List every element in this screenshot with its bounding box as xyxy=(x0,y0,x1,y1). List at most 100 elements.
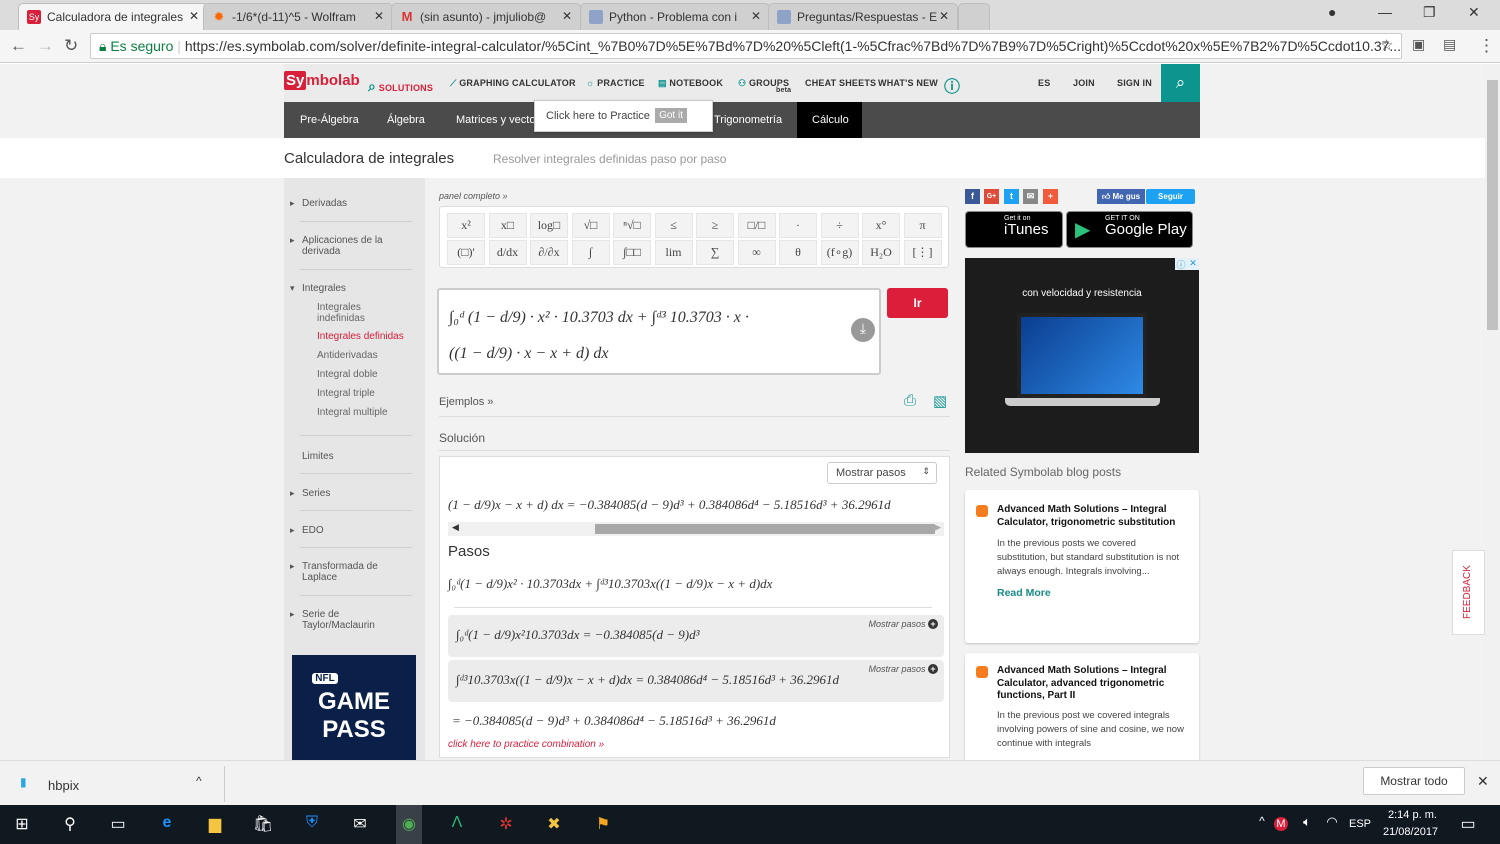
nav-whats-new[interactable]: WHAT'S NEW xyxy=(878,78,938,88)
page-scrollbar[interactable] xyxy=(1485,64,1500,760)
facebook-share-icon[interactable]: f xyxy=(965,189,980,204)
twitter-follow-button[interactable]: Seguir xyxy=(1146,189,1195,204)
keypad-key[interactable]: (f∘g) xyxy=(820,240,859,265)
go-button[interactable]: Ir xyxy=(887,288,948,318)
keypad-key[interactable]: ∫□□ xyxy=(613,240,651,265)
keypad-key[interactable]: H₂O xyxy=(862,240,900,265)
itunes-badge[interactable]: Get it on iTunes xyxy=(965,211,1063,248)
profile-icon[interactable]: ● xyxy=(1328,4,1336,20)
keypad-key[interactable]: ∞ xyxy=(737,240,776,265)
keypad-key[interactable]: x° xyxy=(862,213,900,238)
sidebar-item-integral-multiple[interactable]: Integral multiple xyxy=(317,407,427,418)
close-tab-icon[interactable]: ✕ xyxy=(939,9,949,23)
keypad-key[interactable]: ÷ xyxy=(820,213,859,238)
download-options-chevron-icon[interactable]: ^ xyxy=(196,774,202,788)
keypad-key[interactable]: [⋮] xyxy=(903,240,942,265)
sidebar-item-laplace[interactable]: Transformada de Laplace xyxy=(290,561,412,583)
download-item[interactable]: hbpix xyxy=(48,778,79,793)
show-steps-button[interactable]: Mostrar pasos + xyxy=(868,619,938,629)
scroll-right-icon[interactable]: ▶ xyxy=(934,522,941,533)
keypad-key[interactable]: x□ xyxy=(488,213,527,238)
sidebar-item-limites[interactable]: Limites xyxy=(302,451,412,462)
keypad-key[interactable]: ∑ xyxy=(696,240,734,265)
sign-in-button[interactable]: SIGN IN xyxy=(1117,78,1152,88)
app-icon[interactable]: Λ xyxy=(445,814,469,836)
keypad-key[interactable]: · xyxy=(779,213,817,238)
wifi-icon[interactable]: ◠ xyxy=(1320,814,1344,836)
tray-expand-icon[interactable]: ^ xyxy=(1250,814,1274,836)
print-icon[interactable]: ⎙ xyxy=(904,392,916,409)
edge-icon[interactable]: e xyxy=(155,814,179,836)
page-scrollbar-thumb[interactable] xyxy=(1487,80,1498,330)
download-icon[interactable]: ⤓ xyxy=(851,318,875,342)
close-downloads-icon[interactable]: ✕ xyxy=(1477,773,1489,790)
mail-icon[interactable]: ✉ xyxy=(348,814,372,836)
store-icon[interactable]: 🛍︎ xyxy=(251,814,275,836)
sidebar-item-aplicaciones[interactable]: Aplicaciones de la derivada xyxy=(290,235,412,257)
file-explorer-icon[interactable]: ▆ xyxy=(203,814,227,836)
sidebar-item-integral-triple[interactable]: Integral triple xyxy=(317,388,427,399)
nav-groups[interactable]: ⚇ GROUPS beta xyxy=(738,78,791,94)
close-tab-icon[interactable]: ✕ xyxy=(562,9,572,23)
symbolab-logo[interactable]: Sy mbolab xyxy=(284,71,360,94)
keypad-key[interactable]: θ xyxy=(779,240,817,265)
show-all-button[interactable]: Mostrar todo xyxy=(1363,767,1465,795)
url-input[interactable]: 🔒︎ Es seguro | https://es.symbolab.com/s… xyxy=(90,33,1402,59)
search-icon[interactable]: ⚲ xyxy=(58,814,82,836)
tab-gmail[interactable]: M (sin asunto) - jmjuliob@ ✕ xyxy=(391,3,581,30)
blog-post-card[interactable]: Advanced Math Solutions – Integral Calcu… xyxy=(965,653,1199,760)
tab-symbolab[interactable]: Sy Calculadora de integrales ✕ xyxy=(18,3,208,30)
keypad-key[interactable]: ≤ xyxy=(654,213,693,238)
full-panel-link[interactable]: panel completo » xyxy=(439,191,508,201)
extension-icon[interactable]: ▤ xyxy=(1443,36,1456,53)
close-tab-icon[interactable]: ✕ xyxy=(374,9,384,23)
more-share-icon[interactable]: + xyxy=(1043,189,1058,204)
scroll-left-icon[interactable]: ◀ xyxy=(452,522,459,533)
defender-icon[interactable]: ⛨ xyxy=(300,814,324,836)
keypad-key[interactable]: ∂/∂x xyxy=(530,240,568,265)
clock-date[interactable]: 21/08/2017 xyxy=(1383,826,1438,838)
show-steps-select[interactable]: Mostrar pasos ⇕ xyxy=(827,462,937,484)
subnav-trigonometry[interactable]: Trigonometría xyxy=(714,114,782,126)
sidebar-item-integrales[interactable]: Integrales xyxy=(290,283,412,294)
keypad-key[interactable]: ≥ xyxy=(696,213,734,238)
close-tab-icon[interactable]: ✕ xyxy=(751,9,761,23)
adchoices-icon[interactable]: ⓘ xyxy=(1175,258,1187,270)
nav-solutions[interactable]: ⌕ SOLUTIONS xyxy=(368,78,433,95)
sidebar-item-derivadas[interactable]: Derivadas xyxy=(290,198,412,209)
keypad-key[interactable]: □/□ xyxy=(737,213,776,238)
reload-icon[interactable]: ↻ xyxy=(64,36,78,56)
laptop-ad[interactable]: ⓘ ✕ con velocidad y resistencia xyxy=(965,258,1199,453)
practice-combination-link[interactable]: click here to practice combination » xyxy=(448,739,604,750)
tab-preguntas[interactable]: Preguntas/Respuestas - E ✕ xyxy=(768,3,958,30)
nav-practice[interactable]: ☼ PRACTICE xyxy=(586,78,645,88)
nav-graphing-calculator[interactable]: ⟋ GRAPHING CALCULATOR xyxy=(450,78,576,89)
task-view-icon[interactable]: ▭ xyxy=(106,814,130,836)
keypad-key[interactable]: ∫ xyxy=(571,240,610,265)
menu-icon[interactable]: ⋮ xyxy=(1478,36,1495,56)
maximize-button[interactable]: ❐ xyxy=(1423,4,1436,21)
sidebar-item-indefinidas[interactable]: Integrales indefinidas xyxy=(317,302,387,324)
search-button[interactable]: ⌕ xyxy=(1161,64,1200,102)
facebook-like-button[interactable]: 👍︎ Me gus xyxy=(1097,189,1145,204)
email-share-icon[interactable]: ✉ xyxy=(1023,189,1038,204)
info-icon[interactable]: ⓘ xyxy=(944,73,960,97)
google-play-badge[interactable]: ▶ GET IT ON Google Play xyxy=(1066,211,1193,248)
pdf-icon[interactable]: ▧ xyxy=(933,392,947,410)
close-window-button[interactable]: ✕ xyxy=(1468,4,1480,21)
tab-python[interactable]: Python - Problema con i ✕ xyxy=(580,3,770,30)
windows-start-icon[interactable]: ⊞ xyxy=(10,814,34,836)
subnav-pre-algebra[interactable]: Pre-Álgebra xyxy=(300,114,359,126)
horizontal-scrollbar[interactable]: ◀ ▶ xyxy=(448,522,944,536)
join-button[interactable]: JOIN xyxy=(1073,78,1095,88)
keypad-key[interactable]: π xyxy=(903,213,942,238)
close-tab-icon[interactable]: ✕ xyxy=(189,9,199,23)
nav-cheat-sheets[interactable]: CHEAT SHEETS xyxy=(805,78,876,88)
twitter-share-icon[interactable]: t xyxy=(1004,189,1019,204)
keypad-key[interactable]: x² xyxy=(447,213,485,238)
clock-time[interactable]: 2:14 p. m. xyxy=(1388,809,1437,821)
show-steps-button[interactable]: Mostrar pasos + xyxy=(868,664,938,674)
new-tab-button[interactable] xyxy=(958,3,990,30)
sidebar-item-antiderivadas[interactable]: Antiderivadas xyxy=(317,350,427,361)
notifications-icon[interactable]: ▭ xyxy=(1456,814,1480,836)
